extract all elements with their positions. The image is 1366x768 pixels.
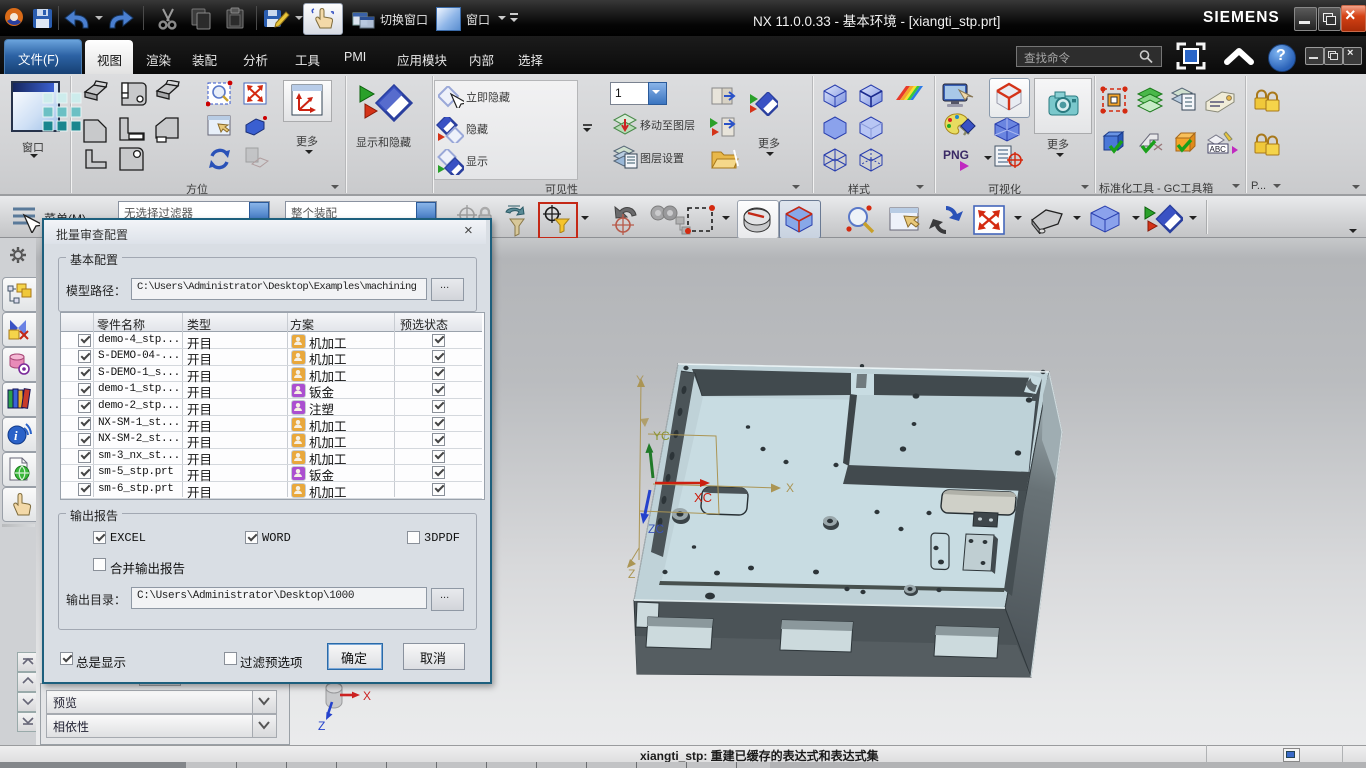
svg-text:Z: Z (318, 719, 325, 733)
svg-text:X: X (786, 481, 794, 495)
svg-text:i: i (14, 428, 18, 443)
svg-text:XC: XC (694, 490, 712, 505)
svg-text:Z: Z (628, 567, 635, 581)
svg-text:Y: Y (636, 373, 644, 387)
svg-text:X: X (363, 689, 371, 703)
svg-text:ABC: ABC (1210, 145, 1227, 154)
svg-text:YC: YC (653, 429, 670, 443)
svg-text:ZC: ZC (648, 522, 664, 536)
